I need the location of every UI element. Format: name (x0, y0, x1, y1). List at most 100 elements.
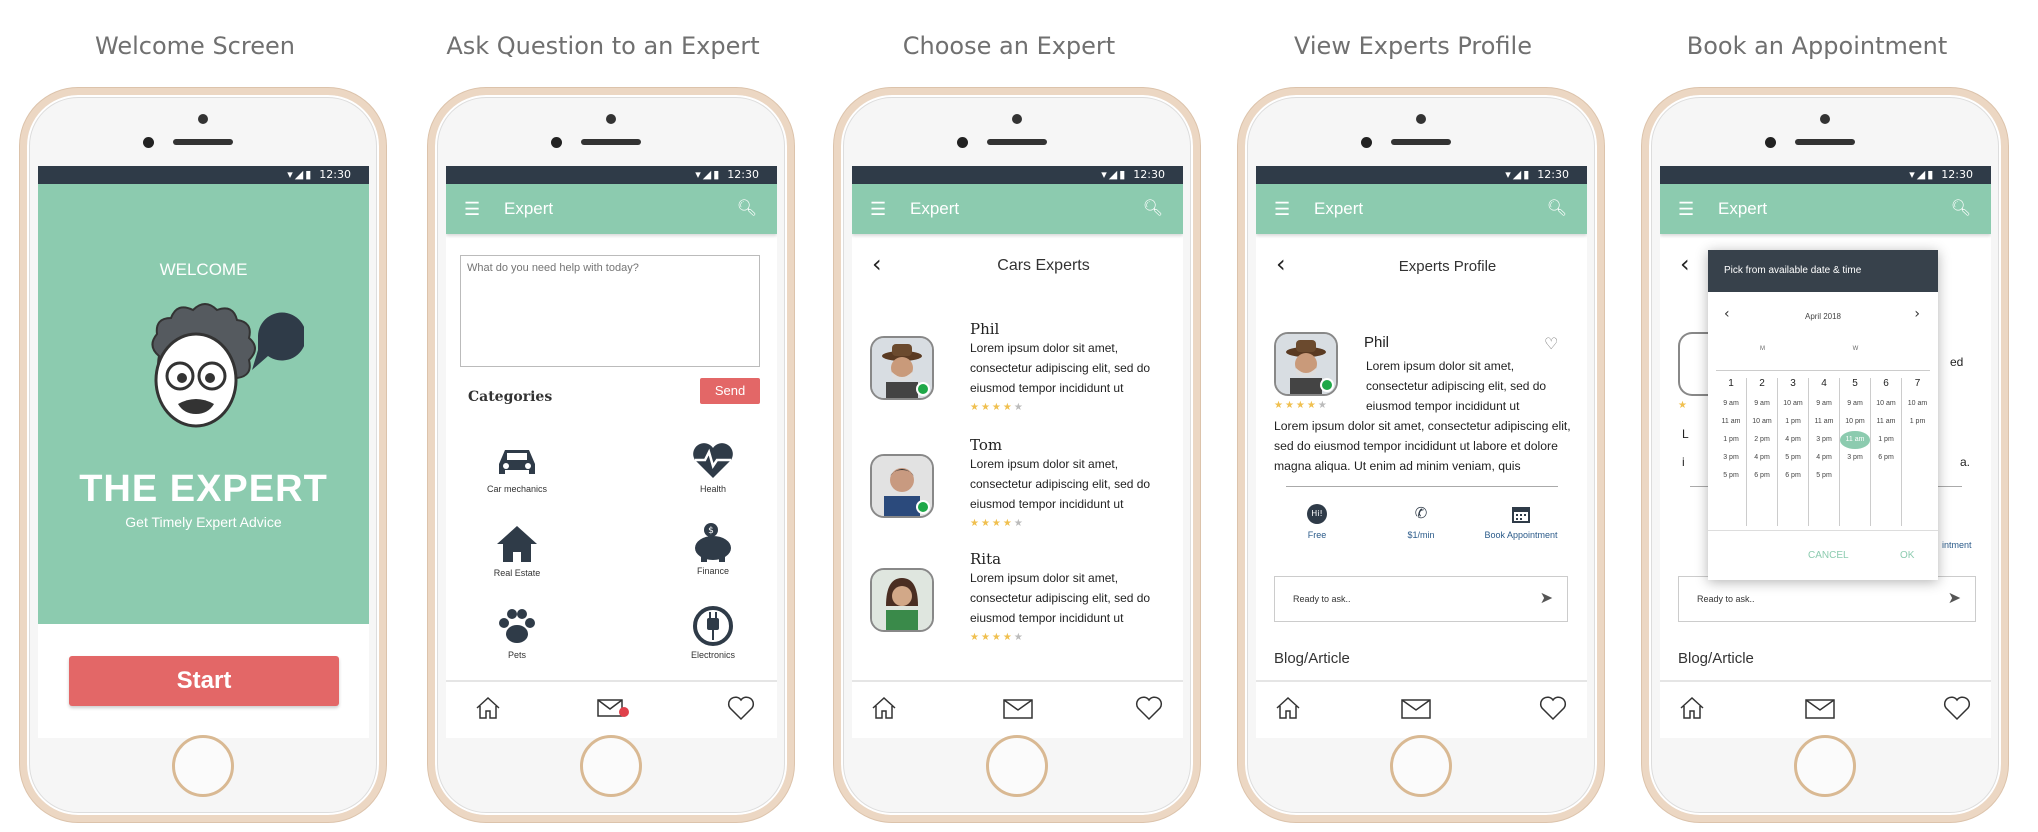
time-slot[interactable]: 9 am (1809, 395, 1839, 413)
action-label: Book Appointment (1484, 530, 1558, 540)
time-slot[interactable]: 6 pm (1778, 467, 1808, 485)
send-arrow-icon[interactable]: ➤ (1540, 588, 1553, 607)
favorite-heart-icon[interactable]: ♡ (1544, 334, 1558, 353)
calendar-day-column: 4 9 am 11 am 3 pm 4 pm 5 pm (1809, 378, 1840, 526)
screen: ▾◢▮ 12:30 WELCOME THE EXPERT Get Timely E… (38, 166, 369, 738)
time-slot[interactable]: 5 pm (1778, 449, 1808, 467)
time-slot[interactable]: 9 am (1747, 395, 1777, 413)
time-slot[interactable]: 1 pm (1716, 431, 1746, 449)
book-appointment-peek: intment (1942, 540, 1972, 550)
time-slot[interactable]: 1 pm (1902, 413, 1933, 431)
hamburger-menu-icon[interactable]: ☰ (1274, 184, 1290, 234)
heart-icon[interactable] (1134, 694, 1164, 722)
time-slot[interactable]: 10 am (1871, 395, 1901, 413)
time-slot-selected[interactable]: 11 am (1840, 431, 1870, 449)
home-button[interactable] (986, 735, 1048, 797)
house-icon (497, 526, 537, 562)
start-button[interactable]: Start (69, 656, 339, 706)
time-slot[interactable]: 10 pm (1840, 413, 1870, 431)
time-slot[interactable]: 10 am (1778, 395, 1808, 413)
heart-icon[interactable] (726, 694, 756, 722)
home-icon[interactable] (474, 694, 502, 722)
time-slot[interactable]: 5 pm (1716, 467, 1746, 485)
search-icon[interactable]: 🔍︎ (737, 184, 757, 234)
bottom-nav (852, 680, 1183, 738)
app-title: Expert (1314, 199, 1364, 218)
back-arrow-icon[interactable]: ‹ (1680, 250, 1690, 278)
mail-icon[interactable] (596, 694, 630, 722)
time-slot[interactable]: 3 pm (1716, 449, 1746, 467)
time-slot[interactable]: 6 pm (1871, 449, 1901, 467)
heart-icon[interactable] (1942, 694, 1972, 722)
home-icon[interactable] (1274, 694, 1302, 722)
profile-mock: View Experts Profile ▾◢▮ 12:30 ☰ Expert 🔍… (1218, 0, 1608, 832)
home-button[interactable] (580, 735, 642, 797)
home-button[interactable] (172, 735, 234, 797)
time-slot[interactable]: 4 pm (1809, 449, 1839, 467)
ask-input[interactable]: Ready to ask.. ➤ (1274, 576, 1568, 622)
time-slot[interactable]: 6 pm (1747, 467, 1777, 485)
time-slot[interactable]: 5 pm (1809, 467, 1839, 485)
category-label: Health (699, 484, 726, 494)
calendar-day-column: 2 9 am 10 am 2 pm 4 pm 6 pm (1747, 378, 1778, 526)
ask-input[interactable]: Ready to ask.. ➤ (1678, 576, 1976, 622)
time-slot[interactable]: 3 pm (1809, 431, 1839, 449)
svg-text:$: $ (708, 526, 714, 536)
question-input[interactable] (460, 255, 760, 367)
mail-icon[interactable] (1002, 694, 1036, 722)
search-icon[interactable]: 🔍︎ (1547, 184, 1567, 234)
send-button[interactable]: Send (700, 378, 760, 404)
time-slot[interactable]: 1 pm (1778, 413, 1808, 431)
hamburger-menu-icon[interactable]: ☰ (870, 184, 886, 234)
front-camera (198, 114, 208, 124)
cancel-button[interactable]: CANCEL (1808, 550, 1849, 561)
phone-frame: ▾◢▮ 12:30 WELCOME THE EXPERT Get Timely E… (20, 88, 386, 822)
chat-free-action[interactable]: Hi! Free (1302, 504, 1332, 540)
time-slot[interactable]: 2 pm (1747, 431, 1777, 449)
time-slot[interactable]: 3 pm (1840, 449, 1870, 467)
search-icon[interactable]: 🔍︎ (1951, 184, 1971, 234)
category-finance[interactable]: $ Finance (658, 522, 768, 576)
home-button[interactable] (1794, 735, 1856, 797)
time-slot[interactable]: 11 am (1871, 413, 1901, 431)
expert-name: Phil (970, 320, 1000, 338)
time-slot[interactable]: 1 pm (1871, 431, 1901, 449)
category-real-estate[interactable]: Real Estate (462, 524, 572, 578)
search-icon[interactable]: 🔍︎ (1143, 184, 1163, 234)
category-pets[interactable]: Pets (462, 606, 572, 660)
home-icon[interactable] (1678, 694, 1706, 722)
send-arrow-icon[interactable]: ➤ (1948, 588, 1961, 607)
time-slot[interactable]: 11 am (1716, 413, 1746, 431)
time-slot[interactable]: 10 am (1902, 395, 1933, 413)
ok-button[interactable]: OK (1900, 550, 1914, 561)
paw-icon (499, 609, 535, 643)
category-car-mechanics[interactable]: Car mechanics (462, 444, 572, 494)
phone-frame: ▾◢▮ 12:30 ☰ Expert 🔍︎ ‹ Experts Profile ★… (1238, 88, 1604, 822)
time-slot[interactable]: 11 am (1809, 413, 1839, 431)
hamburger-menu-icon[interactable]: ☰ (464, 184, 480, 234)
next-month-icon[interactable]: › (1914, 306, 1920, 322)
mail-icon[interactable] (1400, 694, 1434, 722)
hamburger-menu-icon[interactable]: ☰ (1678, 184, 1694, 234)
time-slot[interactable]: 9 am (1716, 395, 1746, 413)
day-number: 4 (1821, 378, 1827, 389)
time-slot[interactable]: 9 am (1840, 395, 1870, 413)
home-icon[interactable] (870, 694, 898, 722)
phone-icon: ✆ (1414, 504, 1428, 522)
time-slot[interactable]: 4 pm (1747, 449, 1777, 467)
category-electronics[interactable]: Electronics (658, 606, 768, 660)
category-health[interactable]: Health (658, 442, 768, 494)
avatar (870, 568, 934, 632)
heart-icon[interactable] (1538, 694, 1568, 722)
avatar (1274, 332, 1338, 396)
call-action[interactable]: ✆ $1/min (1396, 504, 1446, 540)
time-slot[interactable]: 10 am (1747, 413, 1777, 431)
status-time: 12:30 (1537, 168, 1569, 181)
weekday-row: MW (1708, 346, 1938, 360)
book-appointment-action[interactable]: Book Appointment (1476, 504, 1566, 540)
expert-name: Phil (1364, 334, 1390, 351)
bio-peek-text: a. (1960, 455, 1971, 469)
mail-icon[interactable] (1804, 694, 1838, 722)
time-slot[interactable]: 4 pm (1778, 431, 1808, 449)
home-button[interactable] (1390, 735, 1452, 797)
